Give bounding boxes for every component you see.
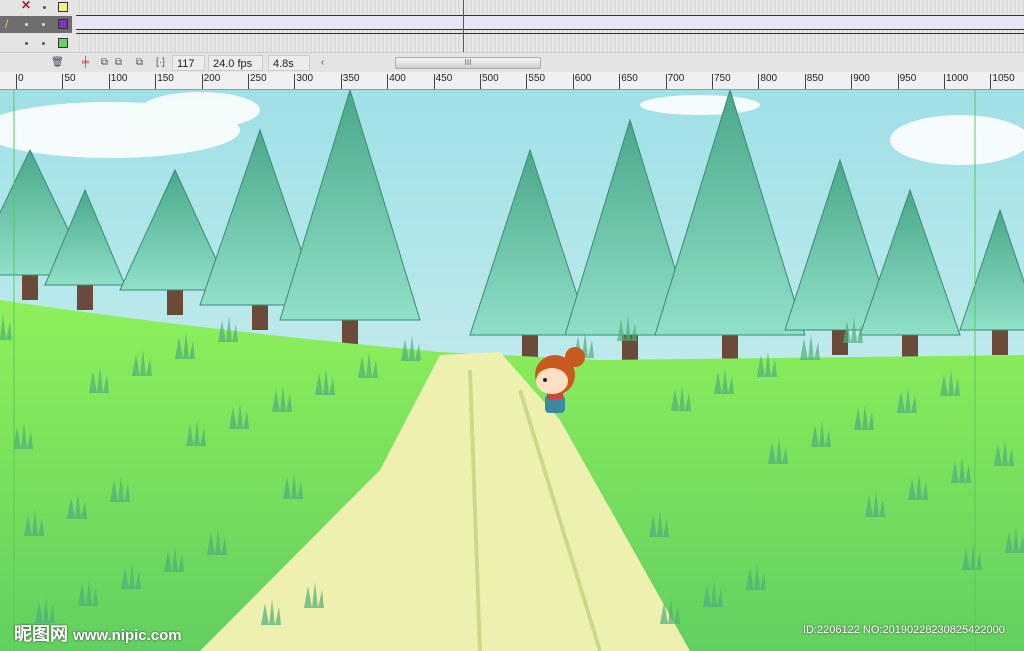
ruler-label: 200 xyxy=(201,74,220,89)
ruler-label: 400 xyxy=(387,74,406,89)
ruler-label: 600 xyxy=(572,74,591,89)
ruler-label: 550 xyxy=(526,74,545,89)
stage-canvas[interactable]: 昵图网 www.nipic.com ID:2206122 NO:20190228… xyxy=(0,90,1024,651)
ruler-label: 1000 xyxy=(944,74,968,89)
frames-area[interactable] xyxy=(76,0,1024,52)
lock-dot[interactable] xyxy=(42,42,45,45)
current-frame: 117 xyxy=(172,55,205,71)
visibility-dot[interactable] xyxy=(43,6,46,9)
layer-row-3[interactable] xyxy=(0,35,72,52)
ruler-label: 750 xyxy=(712,74,731,89)
center-frame-icon[interactable]: ╪ xyxy=(79,56,92,69)
watermark-id: ID:2206122 NO:20190228230825422000 xyxy=(803,624,1005,636)
layer-row-1[interactable]: ✕ xyxy=(0,0,72,17)
ruler-label: 650 xyxy=(619,74,638,89)
forest-scene xyxy=(0,90,1024,651)
layer-color-swatch xyxy=(58,38,68,48)
ruler-label: 350 xyxy=(340,74,359,89)
ruler-label: 500 xyxy=(480,74,499,89)
ruler-label: 300 xyxy=(294,74,313,89)
horizontal-scrollbar[interactable]: III xyxy=(395,57,541,69)
visibility-dot[interactable] xyxy=(25,23,28,26)
ruler-label: 900 xyxy=(851,74,870,89)
ruler-label: 150 xyxy=(155,74,174,89)
layer-row-2[interactable]: / xyxy=(0,16,72,33)
ruler-label: 950 xyxy=(897,74,916,89)
edit-multiple-frames-icon[interactable]: ⧉ xyxy=(133,56,146,69)
layer-color-swatch xyxy=(58,19,68,29)
visibility-dot[interactable] xyxy=(25,42,28,45)
frame-row-divider xyxy=(76,33,1024,34)
ruler-label: 0 xyxy=(16,74,24,89)
elapsed-time: 4.8s xyxy=(268,55,310,71)
ruler-label: 700 xyxy=(665,74,684,89)
ruler-label: 1050 xyxy=(990,74,1015,89)
x-icon[interactable]: ✕ xyxy=(21,0,31,12)
frame-rate[interactable]: 24.0 fps xyxy=(208,55,263,71)
layer-color-swatch xyxy=(58,2,68,12)
ruler-label: 250 xyxy=(248,74,267,89)
scroll-left-icon[interactable]: ‹ xyxy=(316,56,329,69)
ruler-label: 850 xyxy=(804,74,823,89)
pencil-icon: / xyxy=(5,17,9,31)
watermark-logo: 昵图网 www.nipic.com xyxy=(14,624,182,644)
lock-dot[interactable] xyxy=(42,23,45,26)
onion-markers-icon[interactable]: [·] xyxy=(154,56,167,69)
ruler-label: 450 xyxy=(433,74,452,89)
scroll-grip: III xyxy=(464,58,472,67)
onion-skin-icon[interactable]: ⧉ xyxy=(98,56,111,69)
ruler-label: 100 xyxy=(108,74,127,89)
onion-outline-icon[interactable]: ⧉ xyxy=(112,56,125,69)
selected-frame-row[interactable] xyxy=(76,16,1024,30)
ruler-label: 800 xyxy=(758,74,777,89)
ruler-label: 50 xyxy=(62,74,76,89)
playhead[interactable] xyxy=(463,0,464,52)
trash-icon[interactable]: 🗑 xyxy=(51,56,64,69)
timeline-controls: 🗑 ╪ ⧉ ⧉ ⧉ [·] 117 24.0 fps 4.8s ‹ III xyxy=(0,52,1024,72)
horizontal-ruler: 0 50 100 150 200 250 300 350 400 450 500 550 600 650 7… xyxy=(0,72,1024,90)
